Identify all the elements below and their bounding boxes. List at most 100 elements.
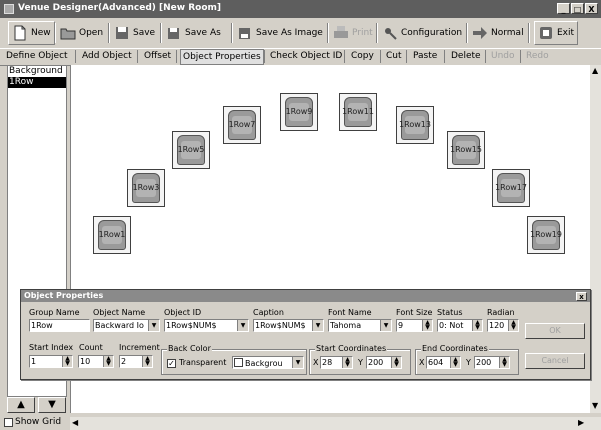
save-button[interactable]: Save (114, 21, 155, 45)
paste-menu[interactable]: Paste (413, 51, 437, 61)
show-grid-checkbox[interactable] (4, 417, 13, 427)
menu-separator (344, 50, 345, 63)
maximize-button[interactable]: □ (571, 3, 584, 14)
spin-arrows-icon[interactable]: ▲ ▼ (62, 356, 72, 367)
ok-button[interactable]: OK (525, 323, 585, 339)
move-down-button[interactable]: ▼ (38, 397, 66, 413)
spin-arrows-icon[interactable]: ▲ ▼ (422, 320, 432, 331)
background-color-select[interactable]: Backgrou ▼ (232, 356, 304, 369)
printer-icon (334, 26, 348, 38)
transparent-label: Transparent (179, 358, 227, 367)
end-y-stepper[interactable]: 200 ▲ ▼ (474, 356, 510, 369)
folder-icon (60, 28, 76, 40)
cut-menu[interactable]: Cut (386, 51, 402, 61)
move-up-button[interactable]: ▲ (7, 397, 35, 413)
caption-select[interactable]: 1Row$NUM$ ▼ (253, 319, 324, 332)
spin-arrows-icon[interactable]: ▲ ▼ (508, 320, 518, 331)
vertical-scrollbar[interactable]: ▲ ▼ (590, 65, 601, 413)
object-id-value: 1Row$NUM$ (166, 321, 217, 330)
font-name-select[interactable]: Tahoma ▼ (328, 319, 392, 332)
background-checkbox[interactable] (234, 358, 243, 367)
window-title: Venue Designer(Advanced) [New Room] (18, 3, 222, 13)
status-stepper[interactable]: 0: Not ▲ ▼ (437, 319, 483, 332)
scroll-down-icon[interactable]: ▼ (592, 401, 598, 411)
cancel-button[interactable]: Cancel (525, 353, 585, 369)
save-as-image-button[interactable]: Save As Image (237, 21, 323, 45)
minimize-button[interactable]: _ (557, 3, 570, 14)
object-properties-menu[interactable]: Object Properties (180, 49, 264, 65)
print-button[interactable]: Print (333, 21, 373, 45)
save-as-button[interactable]: Save As (166, 21, 221, 45)
increment-value: 2 (121, 357, 127, 366)
back-color-label: Back Color (167, 344, 212, 353)
spin-arrows-icon[interactable]: ▲ ▼ (472, 320, 482, 331)
undo-menu[interactable]: Undo (491, 51, 515, 61)
close-panel-button[interactable]: x (576, 292, 587, 301)
radian-stepper[interactable]: 120 ▲ ▼ (487, 319, 519, 332)
object-name-select[interactable]: Backward Io ▼ (93, 319, 160, 332)
start-y-stepper[interactable]: 200 ▲ ▼ (366, 356, 402, 369)
menu-separator (444, 50, 445, 63)
spin-arrows-icon[interactable]: ▲ ▼ (499, 357, 509, 368)
spin-arrows-icon[interactable]: ▲ ▼ (391, 357, 401, 368)
scroll-left-icon[interactable]: ◀ (72, 418, 78, 428)
spin-arrows-icon[interactable]: ▲ ▼ (103, 356, 113, 367)
increment-stepper[interactable]: 2 ▲ ▼ (119, 355, 153, 368)
spin-arrows-icon[interactable]: ▲ ▼ (450, 357, 460, 368)
end-x-stepper[interactable]: 604 ▲ ▼ (426, 356, 461, 369)
chevron-down-icon: ▼ (312, 320, 323, 331)
seat[interactable]: 1Row13 (396, 106, 434, 144)
horizontal-scrollbar[interactable]: ◀ ▶ (70, 417, 601, 430)
object-id-label: Object ID (164, 308, 202, 317)
seat[interactable]: 1Row5 (172, 131, 210, 169)
start-x-label: X (313, 358, 319, 367)
seat-label: 1Row11 (342, 107, 374, 116)
configuration-button[interactable]: Configuration (382, 21, 462, 45)
start-index-stepper[interactable]: 1 ▲ ▼ (29, 355, 73, 368)
spin-arrows-icon[interactable]: ▲ ▼ (142, 356, 152, 367)
check-object-id-menu[interactable]: Check Object ID (270, 51, 342, 61)
seat[interactable]: 1Row9 (280, 93, 318, 131)
transparent-checkbox[interactable]: ✓ (167, 359, 176, 368)
seat[interactable]: 1Row3 (127, 169, 165, 207)
object-list-item-background[interactable]: Background (8, 66, 66, 77)
object-id-select[interactable]: 1Row$NUM$ ▼ (164, 319, 249, 332)
count-stepper[interactable]: 10 ▲ ▼ (78, 355, 114, 368)
status-value: 0: Not (439, 321, 464, 330)
define-object-menu[interactable]: Define Object (6, 51, 68, 61)
scroll-up-icon[interactable]: ▲ (592, 66, 598, 76)
seat[interactable]: 1Row15 (447, 131, 485, 169)
menu-separator (176, 50, 177, 63)
scroll-right-icon[interactable]: ▶ (578, 418, 584, 428)
object-name-label: Object Name (93, 308, 146, 317)
toolbar-separator (466, 23, 468, 43)
start-x-value: 28 (322, 358, 333, 367)
open-button[interactable]: Open (60, 21, 103, 45)
redo-menu[interactable]: Redo (526, 51, 549, 61)
show-grid-toggle[interactable]: Show Grid (4, 417, 61, 427)
exit-button[interactable]: Exit (534, 21, 579, 45)
group-name-input[interactable]: 1Row (29, 319, 90, 332)
font-size-stepper[interactable]: 9 ▲ ▼ (396, 319, 433, 332)
seat[interactable]: 1Row17 (492, 169, 530, 207)
start-x-stepper[interactable]: 28 ▲ ▼ (320, 356, 353, 369)
group-name-value: 1Row (31, 321, 53, 330)
new-button[interactable]: New (8, 21, 55, 45)
delete-menu[interactable]: Delete (451, 51, 481, 61)
seat[interactable]: 1Row11 (339, 93, 377, 131)
chevron-down-icon: ▼ (237, 320, 248, 331)
object-list-item-1row[interactable]: 1Row (8, 77, 66, 88)
seat[interactable]: 1Row1 (93, 216, 131, 254)
normal-button[interactable]: Normal (472, 21, 524, 45)
add-object-menu[interactable]: Add Object (82, 51, 132, 61)
close-window-button[interactable]: X (585, 3, 598, 14)
offset-menu[interactable]: Offset (144, 51, 171, 61)
arrow-right-icon (473, 27, 487, 39)
seat[interactable]: 1Row19 (527, 216, 565, 254)
toolbar-separator (376, 23, 378, 43)
copy-menu[interactable]: Copy (351, 51, 374, 61)
save-disk-icon (116, 27, 128, 39)
seat[interactable]: 1Row7 (223, 106, 261, 144)
spin-arrows-icon[interactable]: ▲ ▼ (342, 357, 352, 368)
radian-value: 120 (489, 321, 505, 330)
